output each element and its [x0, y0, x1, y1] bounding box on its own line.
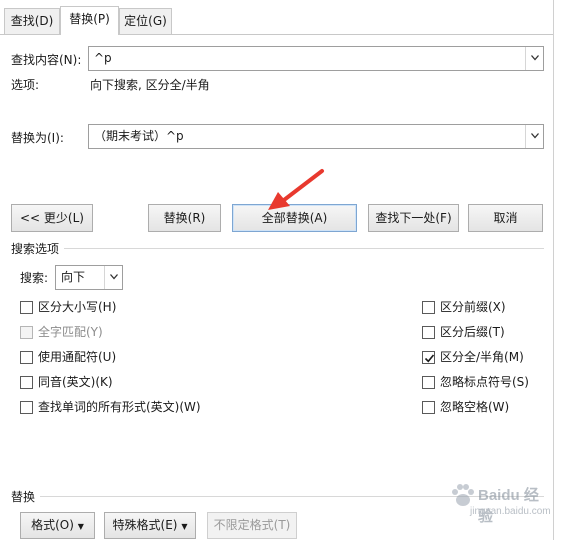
caret-down-icon: ▼ [77, 522, 84, 531]
search-options-title: 搜索选项 [11, 242, 60, 256]
search-options-separator [64, 248, 544, 249]
checkmark-icon [424, 354, 435, 363]
find-label: 查找内容(N): [11, 53, 82, 67]
dialog-right-edge [553, 0, 554, 540]
match-case-checkbox[interactable] [20, 301, 33, 314]
options-value: 向下搜索, 区分全/半角 [90, 78, 210, 92]
watermark-text: Baidu 经验 [478, 487, 539, 525]
find-dropdown-button[interactable] [525, 47, 543, 70]
replace-button[interactable]: 替换(R) [148, 204, 221, 232]
options-label: 选项: [11, 78, 40, 92]
ignore-whitespace-checkbox[interactable] [422, 401, 435, 414]
whole-word-checkbox[interactable] [20, 326, 33, 339]
match-case-label: 区分大小写(H) [38, 300, 117, 314]
format-button[interactable]: 格式(O) ▼ [20, 512, 95, 539]
match-prefix-checkbox[interactable] [422, 301, 435, 314]
search-direction-select[interactable]: 向下 [55, 265, 123, 290]
baidu-watermark: Baidu 经验 jingyan.baidu.com [448, 478, 552, 525]
red-arrow-icon [268, 169, 324, 210]
replace-combo[interactable]: （期末考试）^p [88, 124, 544, 149]
word-forms-checkbox[interactable] [20, 401, 33, 414]
special-button[interactable]: 特殊格式(E) ▼ [104, 512, 196, 539]
tab-goto-label: 定位(G) [124, 14, 167, 28]
caret-down-icon: ▼ [181, 522, 188, 531]
replace-section-title: 替换 [11, 490, 36, 504]
sounds-like-label: 同音(英文)(K) [38, 375, 113, 389]
replace-input[interactable]: （期末考试）^p [94, 125, 184, 148]
tab-find[interactable]: 查找(D) [4, 8, 60, 34]
replace-label: 替换为(I): [11, 131, 64, 145]
sounds-like-checkbox[interactable] [20, 376, 33, 389]
find-input[interactable]: ^p [94, 47, 112, 70]
match-width-label: 区分全/半角(M) [440, 350, 524, 364]
chevron-down-icon [531, 55, 539, 61]
match-suffix-label: 区分后缀(T) [440, 325, 505, 339]
search-direction-dropdown[interactable] [104, 266, 122, 289]
cancel-button[interactable]: 取消 [468, 204, 543, 232]
find-combo[interactable]: ^p [88, 46, 544, 71]
tab-find-label: 查找(D) [10, 14, 54, 28]
search-direction-label: 搜索: [20, 271, 49, 285]
chevron-down-icon [531, 133, 539, 139]
ignore-punctuation-checkbox[interactable] [422, 376, 435, 389]
ignore-whitespace-label: 忽略空格(W) [440, 400, 510, 414]
less-button[interactable]: << 更少(L) [11, 204, 93, 232]
no-format-button[interactable]: 不限定格式(T) [207, 512, 297, 539]
whole-word-label: 全字匹配(Y) [38, 325, 103, 339]
find-next-button[interactable]: 查找下一处(F) [368, 204, 459, 232]
special-button-label: 特殊格式(E) [112, 518, 178, 532]
tab-replace[interactable]: 替换(P) [60, 6, 119, 35]
format-button-label: 格式(O) [31, 518, 74, 532]
tab-replace-label: 替换(P) [69, 12, 110, 26]
watermark-url: jingyan.baidu.com [470, 506, 551, 517]
wildcards-label: 使用通配符(U) [38, 350, 117, 364]
match-suffix-checkbox[interactable] [422, 326, 435, 339]
search-direction-value: 向下 [61, 270, 86, 284]
chevron-down-icon [110, 274, 118, 280]
match-width-checkbox[interactable] [422, 351, 435, 364]
tab-goto[interactable]: 定位(G) [119, 8, 172, 34]
replace-dropdown-button[interactable] [525, 125, 543, 148]
wildcards-checkbox[interactable] [20, 351, 33, 364]
ignore-punctuation-label: 忽略标点符号(S) [440, 375, 529, 389]
word-forms-label: 查找单词的所有形式(英文)(W) [38, 400, 201, 414]
match-prefix-label: 区分前缀(X) [440, 300, 506, 314]
